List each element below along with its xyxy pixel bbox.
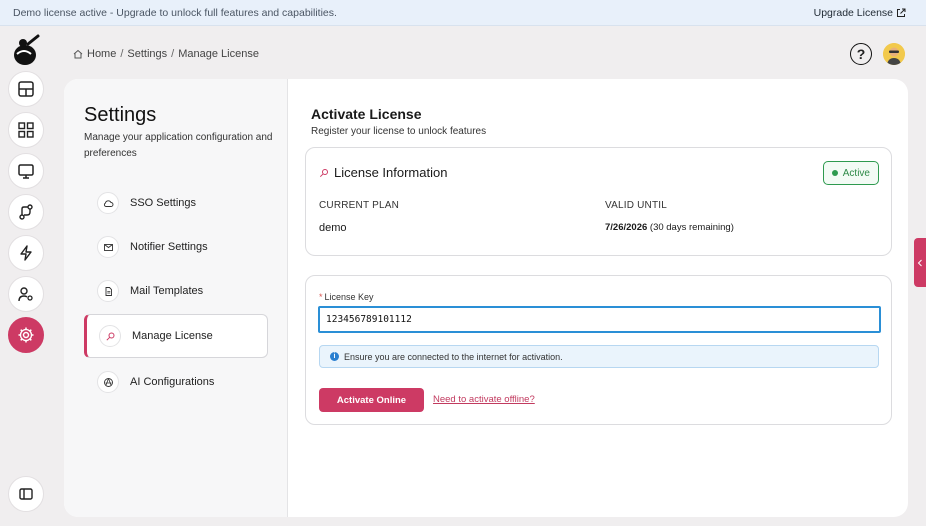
valid-until-label: VALID UNTIL [605, 200, 668, 211]
workflow-icon [19, 204, 33, 220]
connection-info-alert: i Ensure you are connected to the intern… [319, 345, 879, 368]
activate-license-title: Activate License [311, 106, 422, 122]
key-icon [99, 325, 121, 347]
nav-dashboard-button[interactable] [8, 112, 44, 148]
info-icon: i [330, 352, 339, 361]
activate-license-section: Activate License Register your license t… [288, 79, 908, 517]
menu-item-label: Manage License [132, 330, 213, 342]
valid-until-value: 7/26/2026 (30 days remaining) [605, 222, 734, 233]
connection-info-text: Ensure you are connected to the internet… [344, 351, 563, 362]
valid-until-remaining: (30 days remaining) [649, 222, 734, 233]
breadcrumb-settings[interactable]: Settings [127, 48, 167, 60]
required-mark: * [319, 292, 323, 302]
status-dot-icon [831, 170, 838, 176]
monitor-icon [18, 164, 34, 179]
menu-item-label: Mail Templates [130, 285, 204, 297]
help-icon: ? [856, 46, 866, 62]
user-avatar[interactable] [883, 43, 905, 65]
status-badge: Active [822, 161, 879, 185]
file-icon [97, 280, 119, 302]
nav-user-settings-button[interactable] [8, 276, 44, 312]
nav-workflow-button[interactable] [8, 194, 44, 230]
breadcrumb-separator: / [171, 48, 175, 60]
menu-item-label: SSO Settings [130, 197, 197, 209]
sidebar-toggle-button[interactable] [8, 476, 44, 512]
breadcrumb-current: Manage License [178, 48, 259, 60]
current-plan-label: CURRENT PLAN [319, 200, 400, 211]
dashboard-icon [18, 122, 34, 138]
nav-lightning-button[interactable] [8, 235, 44, 271]
settings-title: Settings [84, 104, 157, 126]
side-panel-toggle[interactable] [914, 238, 926, 287]
key-icon [319, 168, 328, 177]
content-card: Settings Manage your application configu… [64, 79, 908, 517]
menu-item-sso-settings[interactable]: SSO Settings [84, 181, 268, 225]
breadcrumb-home[interactable]: Home [87, 48, 116, 60]
settings-panel: Settings Manage your application configu… [64, 79, 288, 517]
status-badge-label: Active [842, 167, 870, 179]
ai-icon [97, 371, 119, 393]
chevron-left-icon [917, 259, 922, 266]
activate-offline-link[interactable]: Need to activate offline? [433, 394, 535, 405]
app-logo[interactable] [11, 33, 41, 67]
lightning-icon [20, 245, 32, 261]
upgrade-license-label: Upgrade License [813, 6, 893, 19]
menu-item-mail-templates[interactable]: Mail Templates [84, 269, 268, 313]
mail-icon [97, 236, 119, 258]
menu-item-label: AI Configurations [130, 376, 215, 388]
layout-icon [18, 81, 34, 97]
demo-banner: Demo license active - Upgrade to unlock … [0, 0, 926, 26]
menu-item-manage-license[interactable]: Manage License [84, 314, 268, 358]
breadcrumb-separator: / [120, 48, 124, 60]
nav-settings-button[interactable] [8, 317, 44, 353]
license-information-title: License Information [334, 165, 448, 180]
upgrade-license-link[interactable]: Upgrade License [814, 7, 906, 19]
menu-item-label: Notifier Settings [130, 241, 208, 253]
license-key-label-text: License Key [324, 292, 374, 302]
activate-license-subtitle: Register your license to unlock features [311, 126, 487, 137]
nav-layout-button[interactable] [8, 71, 44, 107]
valid-until-date: 7/26/2026 [605, 222, 648, 233]
home-icon [73, 49, 83, 59]
license-key-label: * License Key [319, 292, 374, 302]
nav-monitor-button[interactable] [8, 153, 44, 189]
license-information-heading: License Information [319, 165, 447, 180]
menu-item-notifier-settings[interactable]: Notifier Settings [84, 225, 268, 269]
avatar-icon [883, 43, 905, 65]
license-key-card: *License Key i Ensure you are connected … [305, 275, 892, 425]
license-information-card: License Information Active CURRENT PLAN … [305, 147, 892, 256]
cloud-icon [97, 192, 119, 214]
breadcrumb: Home / Settings / Manage License [73, 48, 259, 60]
sidebar-toggle-icon [19, 488, 33, 500]
settings-icon [18, 327, 34, 343]
settings-subtitle: Manage your application configuration an… [84, 132, 273, 159]
menu-item-ai-configurations[interactable]: AI Configurations [84, 360, 268, 404]
help-button[interactable]: ? [850, 43, 872, 65]
license-key-input[interactable] [318, 306, 881, 333]
user-settings-icon [18, 287, 33, 302]
banner-message: Demo license active - Upgrade to unlock … [13, 6, 337, 19]
external-link-icon [897, 8, 906, 17]
activate-online-button[interactable]: Activate Online [319, 388, 424, 412]
current-plan-value: demo [319, 222, 347, 234]
